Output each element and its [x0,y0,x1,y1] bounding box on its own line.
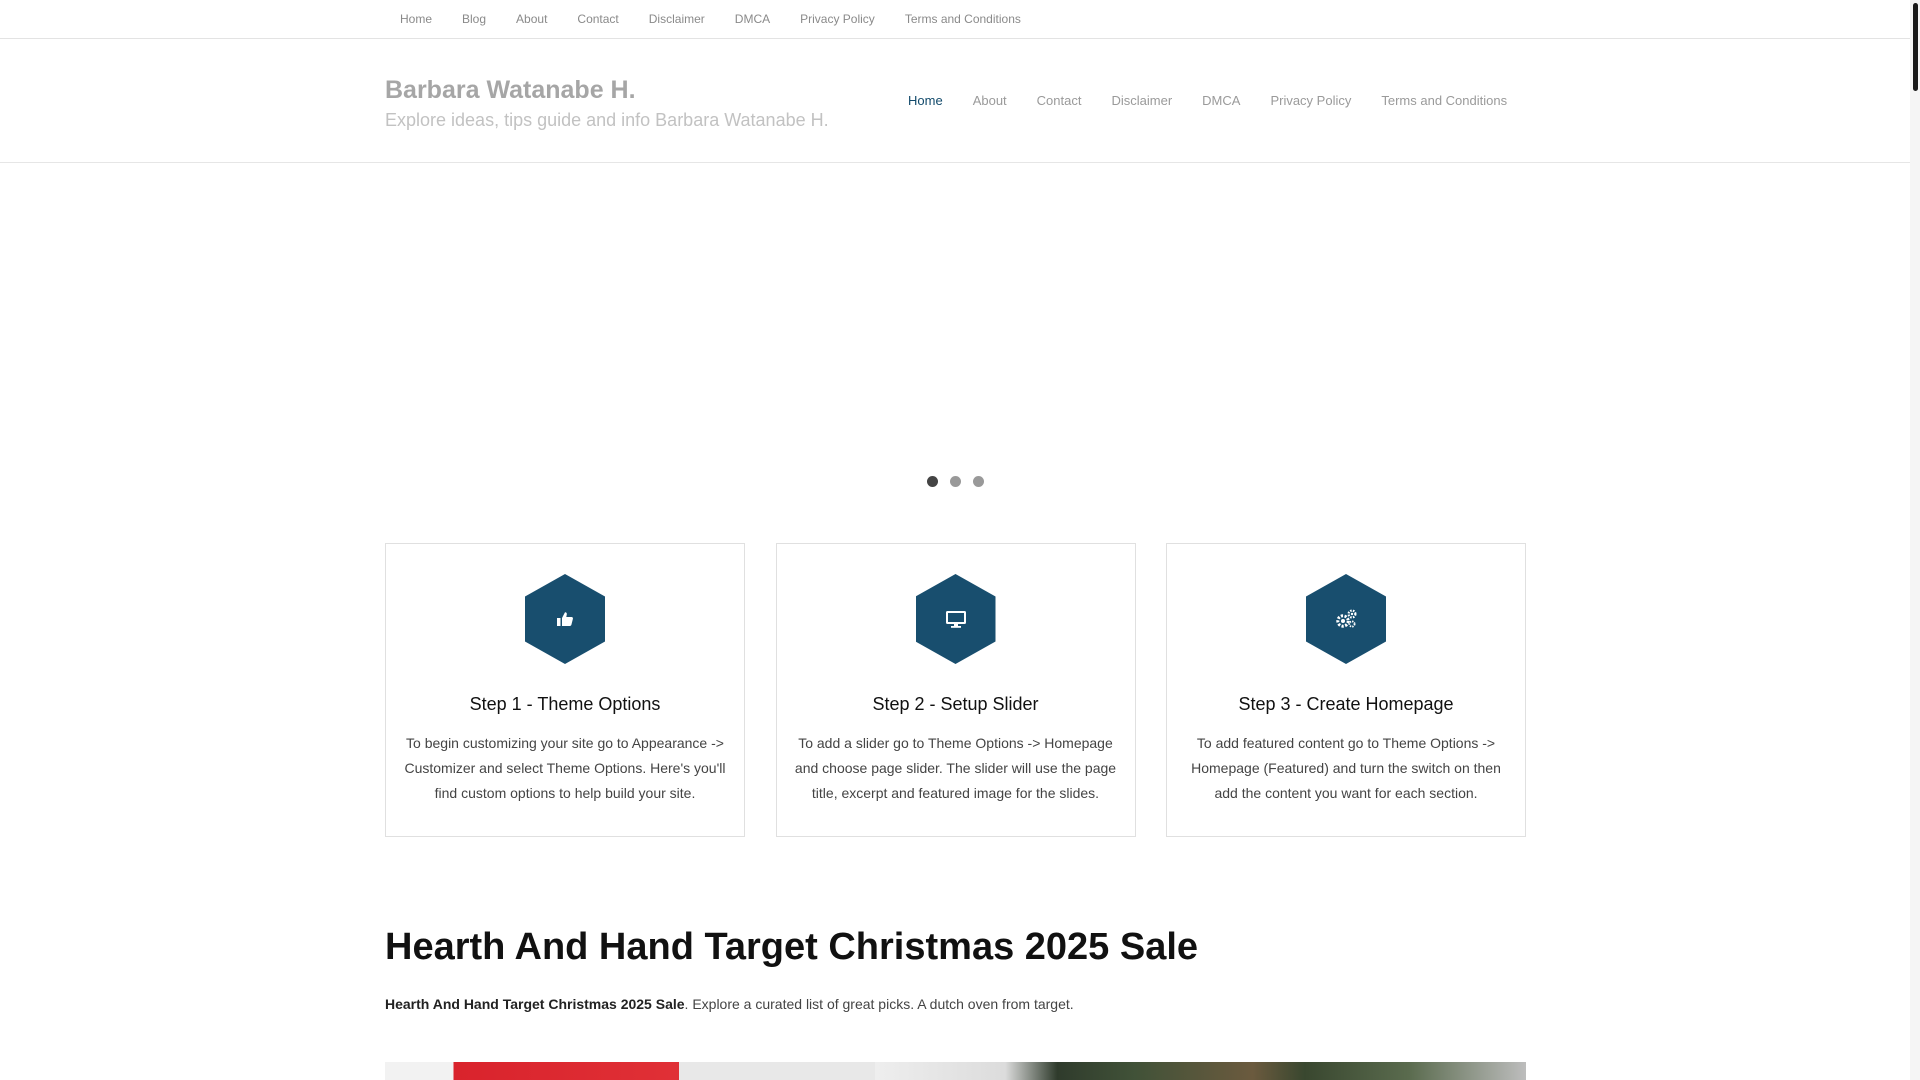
feature-title: Step 2 - Setup Slider [872,694,1039,714]
top-nav-home[interactable]: Home [385,12,447,26]
monitor-icon [915,574,996,664]
main-nav-terms[interactable]: Terms and Conditions [1366,93,1522,108]
post-intro: Hearth And Hand Target Christmas 2025 Sa… [385,996,1074,1012]
feature-box-1: Step 1 - Theme Options To begin customiz… [385,543,745,837]
cogs-icon [1306,574,1386,664]
main-nav-about[interactable]: About [958,93,1022,108]
main-nav-dmca[interactable]: DMCA [1187,93,1255,108]
hero-slider [385,163,1526,503]
post-intro-bold: Hearth And Hand Target Christmas 2025 Sa… [385,996,685,1012]
main-nav-disclaimer[interactable]: Disclaimer [1096,93,1187,108]
scrollbar-thumb[interactable] [1913,3,1918,91]
top-nav-dmca[interactable]: DMCA [720,12,785,26]
feature-text: To begin customizing your site go to App… [404,735,726,801]
top-nav-about[interactable]: About [501,12,562,26]
feature-title: Step 3 - Create Homepage [1238,694,1454,714]
top-nav-contact[interactable]: Contact [562,12,633,26]
top-nav-privacy-policy[interactable]: Privacy Policy [785,12,890,26]
feature-box-3: Step 3 - Create Homepage To add featured… [1166,543,1526,837]
slider-dot-1[interactable] [927,476,938,487]
feature-title: Step 1 - Theme Options [469,694,661,714]
top-nav-terms[interactable]: Terms and Conditions [890,12,1036,26]
main-nav-home[interactable]: Home [893,93,958,108]
feature-text: To add a slider go to Theme Options -> H… [794,735,1117,801]
main-nav-contact[interactable]: Contact [1022,93,1097,108]
site-header: Barbara Watanabe H. Explore ideas, tips … [0,39,1910,163]
post-intro-text: . Explore a curated list of great picks.… [684,996,1074,1012]
feature-box-2: Step 2 - Setup Slider To add a slider go… [775,543,1136,837]
feature-text: To add featured content go to Theme Opti… [1191,735,1501,801]
site-title[interactable]: Barbara Watanabe H. [385,76,636,105]
slider-dot-2[interactable] [950,476,961,487]
page-scrollbar[interactable] [1910,0,1920,1080]
top-nav: Home Blog About Contact Disclaimer DMCA … [385,0,1036,38]
main-nav: Home About Contact Disclaimer DMCA Priva… [893,93,1522,108]
main-nav-privacy-policy[interactable]: Privacy Policy [1255,93,1366,108]
site-description: Explore ideas, tips guide and info Barba… [385,110,829,130]
feature-boxes: Step 1 - Theme Options To begin customiz… [385,543,1526,837]
post-image-right [875,1062,1526,1080]
slider-dot-3[interactable] [973,476,984,487]
top-bar: Home Blog About Contact Disclaimer DMCA … [0,0,1910,39]
top-nav-blog[interactable]: Blog [447,12,501,26]
thumbs-up-icon [525,574,605,664]
post-featured-image[interactable] [385,1062,1526,1080]
post-title: Hearth And Hand Target Christmas 2025 Sa… [385,926,1199,968]
slider-dots [385,476,1526,487]
post-image-left [385,1062,875,1080]
top-nav-disclaimer[interactable]: Disclaimer [634,12,720,26]
